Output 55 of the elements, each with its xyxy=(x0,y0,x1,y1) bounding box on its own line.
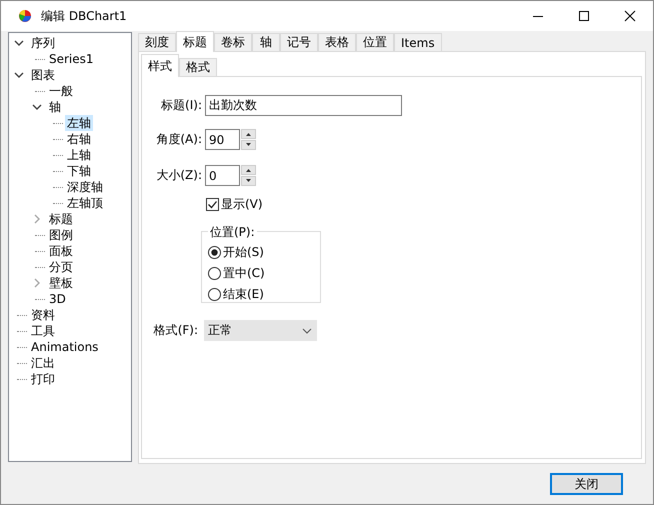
window-title: 编辑 DBChart1 xyxy=(41,8,128,24)
tree-item[interactable]: 工具 xyxy=(29,323,57,339)
tree-item[interactable]: Animations xyxy=(29,339,100,355)
tree-item[interactable]: 左轴 xyxy=(65,115,93,131)
chart-logo-icon xyxy=(17,8,33,24)
tree-item[interactable]: 图表 xyxy=(29,67,57,83)
field-label: 标题(I): xyxy=(160,97,202,114)
close-button[interactable]: 关闭 xyxy=(550,473,623,495)
tree-item[interactable]: 左轴顶 xyxy=(65,195,105,211)
tab[interactable]: 标题 xyxy=(176,31,214,52)
checkbox-label: 显示(V) xyxy=(221,196,263,213)
tab[interactable]: 格式 xyxy=(179,58,217,76)
tree-item[interactable]: 汇出 xyxy=(29,355,57,371)
tree-item[interactable]: 序列 xyxy=(29,35,57,51)
tree-item[interactable]: 面板 xyxy=(47,243,75,259)
radio-button[interactable] xyxy=(208,288,221,301)
tree-item[interactable]: 深度轴 xyxy=(65,179,105,195)
tree-item[interactable]: Series1 xyxy=(47,51,96,67)
tab[interactable]: 记号 xyxy=(280,33,318,51)
checkbox[interactable] xyxy=(206,198,219,211)
tree-item[interactable]: 一般 xyxy=(47,83,75,99)
group-label: 位置(P): xyxy=(208,224,257,241)
tree-item[interactable]: 上轴 xyxy=(65,147,93,163)
title-input[interactable]: 出勤次数 xyxy=(205,95,402,116)
spinner-icon[interactable] xyxy=(241,165,256,186)
tree-item[interactable]: 下轴 xyxy=(65,163,93,179)
radio-button[interactable] xyxy=(208,246,221,259)
tree-item[interactable]: 图例 xyxy=(47,227,75,243)
tree-item[interactable]: 资料 xyxy=(29,307,57,323)
size-input[interactable]: 0 xyxy=(205,165,240,186)
chevron-down-icon xyxy=(302,328,312,334)
tab[interactable]: 表格 xyxy=(318,33,356,51)
radio-label: 结束(E) xyxy=(223,286,264,303)
tree-item[interactable]: 壁板 xyxy=(47,275,75,291)
tab[interactable]: 轴 xyxy=(252,33,280,51)
tree-item[interactable]: 右轴 xyxy=(65,131,93,147)
tab[interactable]: 刻度 xyxy=(138,33,176,51)
tree-item[interactable]: 3D xyxy=(47,291,68,307)
format-dropdown[interactable]: 正常 xyxy=(204,320,317,341)
field-label: 角度(A): xyxy=(155,131,202,148)
tree-item[interactable]: 分页 xyxy=(47,259,75,275)
field-label: 格式(F): xyxy=(152,322,198,339)
angle-input[interactable]: 90 xyxy=(205,129,240,150)
tree-item[interactable]: 轴 xyxy=(47,99,63,115)
tab[interactable]: Items xyxy=(394,33,442,51)
tab[interactable]: 位置 xyxy=(356,33,394,51)
field-label: 大小(Z): xyxy=(155,167,202,184)
tree-item[interactable]: 打印 xyxy=(29,371,57,387)
spinner-icon[interactable] xyxy=(241,129,256,150)
radio-label: 置中(C) xyxy=(223,265,265,282)
tab[interactable]: 卷标 xyxy=(214,33,252,51)
radio-button[interactable] xyxy=(208,267,221,280)
tab[interactable]: 样式 xyxy=(141,54,179,77)
radio-label: 开始(S) xyxy=(223,244,264,261)
tree-item[interactable]: 标题 xyxy=(47,211,75,227)
